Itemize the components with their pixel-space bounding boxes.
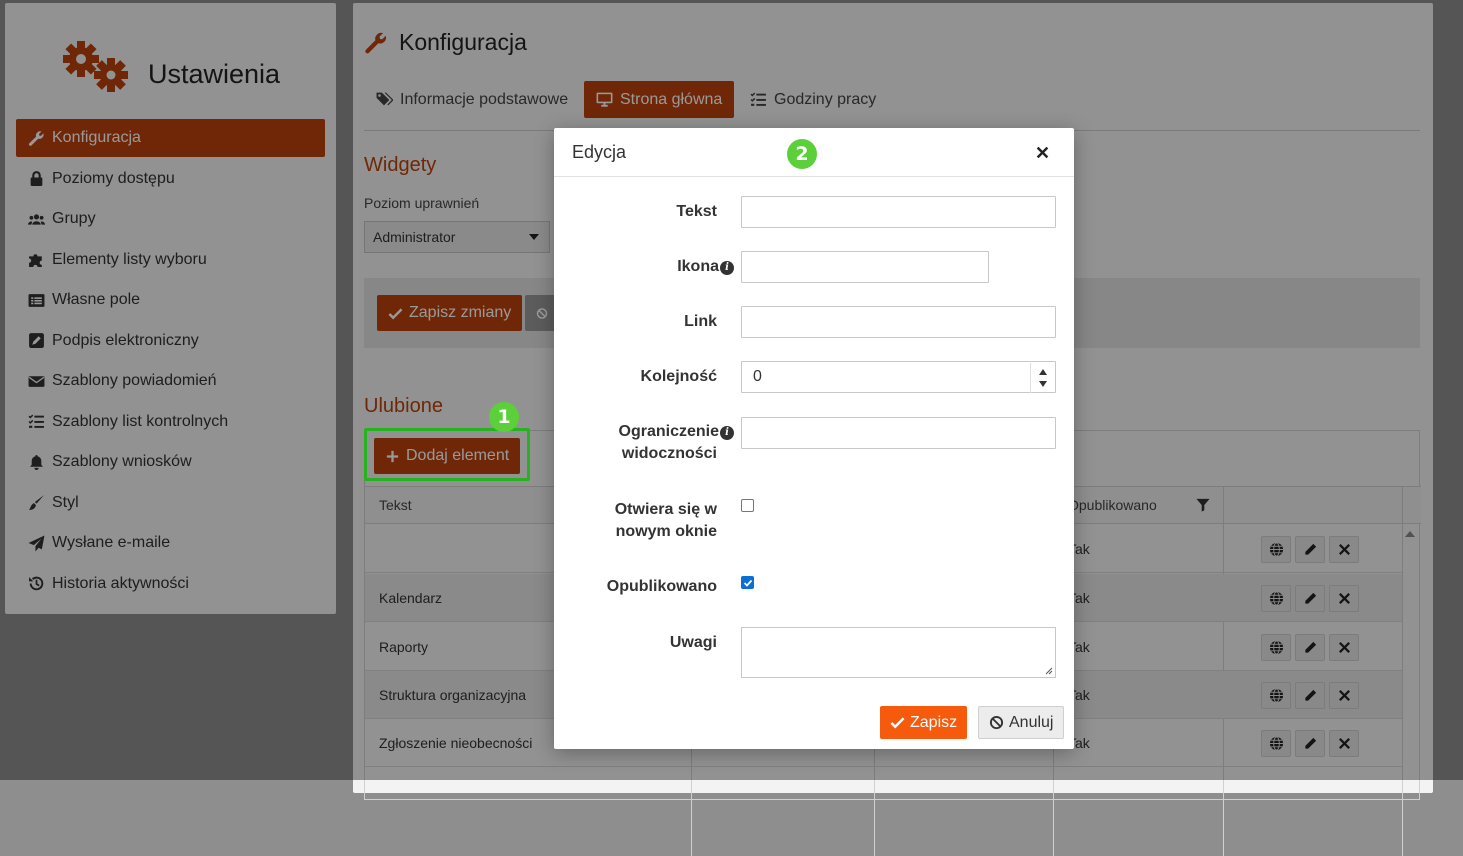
edit-dialog: Edycja 2 Tekst Ikona i Link Kolejność 0 O… [554,128,1074,749]
dialog-save-label: Zapisz [910,713,958,731]
close-icon [1036,146,1048,158]
dialog-cancel-label: Anuluj [1009,713,1054,731]
tekst-input[interactable] [741,196,1056,228]
uwagi-label: Uwagi [669,634,717,651]
step-badge-2: 2 [787,139,817,169]
ograniczenie-input[interactable] [741,417,1056,449]
link-label: Link [684,313,717,330]
nowe-okno-label-line2: nowym oknie [615,523,717,540]
info-icon[interactable]: i [720,261,734,275]
chevron-up-icon[interactable] [1039,369,1047,375]
dialog-save-button[interactable]: Zapisz [880,706,968,739]
check-icon [743,579,753,587]
ikona-input[interactable] [741,251,989,283]
step-badge-1: 1 [489,402,519,432]
stepper-arrows[interactable] [1030,363,1054,393]
link-input[interactable] [741,306,1056,338]
ban-icon [989,715,1004,730]
opublikowano-label: Opublikowano [606,578,717,595]
uwagi-textarea[interactable] [741,627,1056,678]
nowe-okno-label-line1: Otwiera się w [614,501,717,518]
tekst-label: Tekst [676,203,717,220]
kolejnosc-stepper[interactable]: 0 [741,361,1056,393]
nowe-okno-checkbox[interactable] [741,499,754,512]
ograniczenie-label: Ograniczenie i [619,421,734,443]
check-icon [890,717,905,729]
ograniczenie-label-line2: widoczności [621,445,717,462]
ograniczenie-label-line1: Ograniczenie [618,423,719,440]
ikona-label-text: Ikona [677,258,719,275]
kolejnosc-value: 0 [753,368,762,385]
ikona-label: Ikona i [677,256,734,278]
info-icon[interactable]: i [720,426,734,440]
kolejnosc-label: Kolejność [640,368,717,385]
dialog-title: Edycja [572,142,627,162]
dialog-cancel-button[interactable]: Anuluj [978,706,1065,739]
chevron-down-icon[interactable] [1039,381,1047,387]
highlight-box [364,428,530,481]
opublikowano-checkbox[interactable] [741,576,754,589]
dialog-close-button[interactable] [1032,142,1052,162]
resize-grip-icon[interactable] [1045,667,1053,675]
